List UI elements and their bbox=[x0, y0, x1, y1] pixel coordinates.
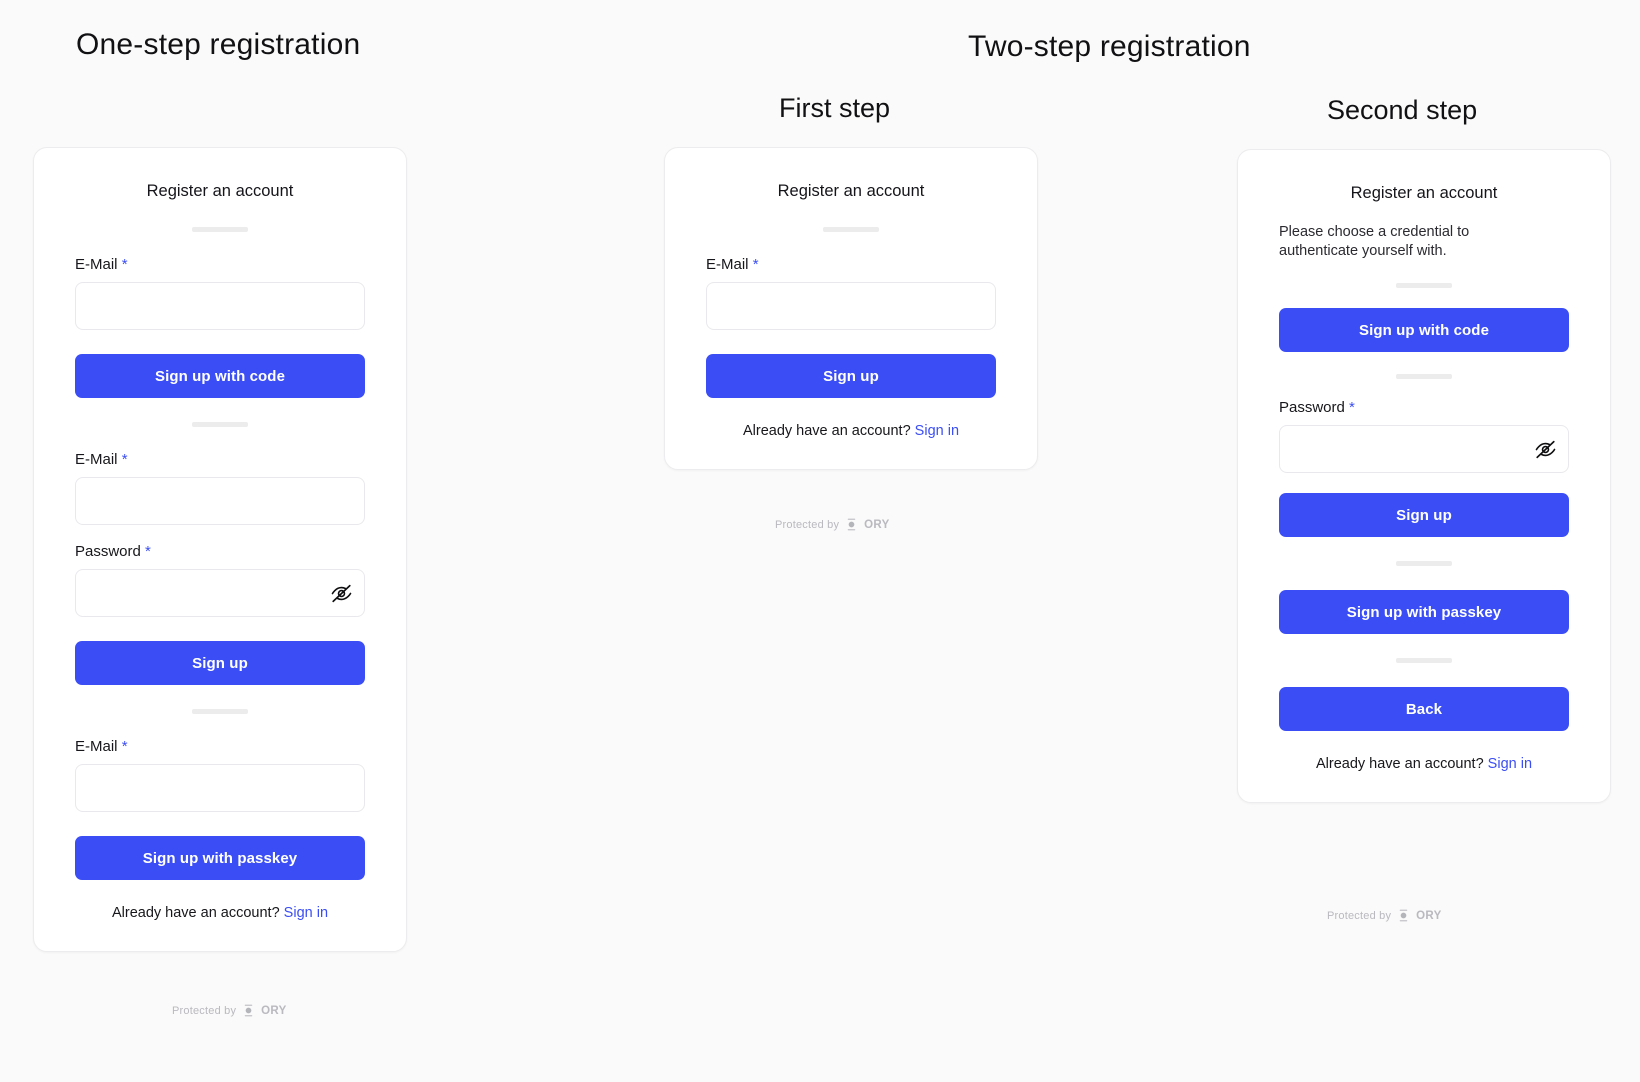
required-asterisk: * bbox=[1349, 399, 1355, 417]
required-asterisk: * bbox=[121, 451, 128, 468]
divider bbox=[192, 709, 248, 714]
email-input-passkey[interactable] bbox=[75, 764, 365, 812]
second-step-heading: Second step bbox=[1327, 95, 1478, 125]
sign-up-button[interactable]: Sign up bbox=[706, 354, 996, 398]
email-label: E-Mail * bbox=[75, 451, 365, 468]
registration-showcase: One-step registration Two-step registrat… bbox=[0, 0, 1640, 1082]
email-label: E-Mail * bbox=[75, 256, 365, 273]
email-input-wrap bbox=[75, 282, 365, 330]
email-input-wrap bbox=[706, 282, 996, 330]
protected-by-ory-badge: Protected by ORY bbox=[775, 518, 890, 531]
email-input-wrap bbox=[75, 764, 365, 812]
have-account-text: Already have an account? bbox=[742, 423, 911, 439]
have-account-line: Already have an account? Sign in bbox=[706, 423, 996, 439]
sign-up-button[interactable]: Sign up bbox=[1279, 493, 1569, 538]
email-label-text: E-Mail bbox=[75, 451, 118, 468]
protected-by-ory-badge: Protected by ORY bbox=[1327, 909, 1442, 922]
password-label: Password * bbox=[1279, 399, 1569, 416]
sign-in-link[interactable]: Sign in bbox=[915, 423, 959, 439]
ory-brand-text: ORY bbox=[864, 518, 890, 531]
have-account-text: Already have an account? bbox=[111, 905, 280, 921]
sign-up-button[interactable]: Sign up bbox=[75, 641, 365, 685]
email-input[interactable] bbox=[706, 282, 996, 330]
password-input[interactable] bbox=[1279, 425, 1569, 474]
required-asterisk: * bbox=[121, 738, 128, 755]
required-asterisk: * bbox=[752, 256, 759, 273]
sign-up-with-code-button[interactable]: Sign up with code bbox=[75, 354, 365, 398]
card-title: Register an account bbox=[777, 182, 925, 200]
email-field-group-password: E-Mail * bbox=[75, 451, 365, 525]
one-step-registration-card: Register an account E-Mail * Sign up wit… bbox=[33, 147, 407, 952]
divider bbox=[823, 227, 879, 232]
first-step-heading: First step bbox=[779, 93, 891, 123]
ory-brand-text: ORY bbox=[1416, 909, 1442, 922]
sign-up-with-passkey-button[interactable]: Sign up with passkey bbox=[1279, 590, 1569, 635]
divider bbox=[192, 227, 248, 232]
ory-logo-icon bbox=[244, 1004, 253, 1017]
email-label-text: E-Mail bbox=[706, 256, 749, 273]
email-label-text: E-Mail bbox=[75, 256, 118, 273]
password-input[interactable] bbox=[75, 569, 365, 617]
divider bbox=[1396, 561, 1452, 567]
email-field-group-passkey: E-Mail * bbox=[75, 738, 365, 812]
card-title: Register an account bbox=[1350, 184, 1498, 202]
two-step-heading: Two-step registration bbox=[968, 30, 1251, 63]
email-field-group-code: E-Mail * bbox=[75, 256, 365, 330]
ory-brand-text: ORY bbox=[261, 1004, 287, 1017]
ory-logo-icon bbox=[847, 518, 856, 531]
eye-off-icon[interactable] bbox=[1532, 436, 1558, 462]
email-input-wrap bbox=[75, 477, 365, 525]
required-asterisk: * bbox=[145, 543, 151, 560]
sign-in-link[interactable]: Sign in bbox=[1488, 756, 1532, 772]
eye-off-icon[interactable] bbox=[328, 580, 354, 606]
protected-by-ory-badge: Protected by ORY bbox=[172, 1004, 287, 1017]
password-field-group: Password * bbox=[1279, 399, 1569, 474]
card-subtitle: Please choose a credential to authentica… bbox=[1279, 224, 1470, 260]
one-step-heading: One-step registration bbox=[76, 28, 361, 61]
sign-in-link[interactable]: Sign in bbox=[284, 905, 328, 921]
protected-by-text: Protected by bbox=[172, 1004, 237, 1017]
sign-up-with-code-button[interactable]: Sign up with code bbox=[1279, 308, 1569, 353]
email-label: E-Mail * bbox=[75, 738, 365, 755]
divider bbox=[192, 422, 248, 427]
card-title: Register an account bbox=[146, 182, 294, 200]
have-account-line: Already have an account? Sign in bbox=[75, 905, 365, 921]
password-label: Password * bbox=[75, 543, 365, 560]
divider bbox=[1396, 374, 1452, 380]
have-account-line: Already have an account? Sign in bbox=[1279, 756, 1569, 772]
email-field-group: E-Mail * bbox=[706, 256, 996, 330]
password-field-group: Password * bbox=[75, 543, 365, 617]
password-label-text: Password bbox=[1279, 399, 1345, 417]
sign-up-with-passkey-button[interactable]: Sign up with passkey bbox=[75, 836, 365, 880]
password-label-text: Password bbox=[75, 543, 141, 560]
protected-by-text: Protected by bbox=[775, 518, 840, 531]
password-input-wrap bbox=[75, 569, 365, 617]
email-input-password-flow[interactable] bbox=[75, 477, 365, 525]
second-step-registration-card: Register an account Please choose a cred… bbox=[1237, 149, 1611, 804]
have-account-text: Already have an account? bbox=[1315, 756, 1484, 773]
email-label-text: E-Mail bbox=[75, 738, 118, 755]
divider bbox=[1396, 658, 1452, 664]
email-input-code[interactable] bbox=[75, 282, 365, 330]
password-input-wrap bbox=[1279, 425, 1569, 474]
first-step-registration-card: Register an account E-Mail * Sign up Alr… bbox=[664, 147, 1038, 470]
protected-by-text: Protected by bbox=[1327, 909, 1392, 922]
email-label: E-Mail * bbox=[706, 256, 996, 273]
required-asterisk: * bbox=[121, 256, 128, 273]
divider bbox=[1396, 283, 1452, 289]
ory-logo-icon bbox=[1399, 909, 1408, 922]
back-button[interactable]: Back bbox=[1279, 687, 1569, 732]
